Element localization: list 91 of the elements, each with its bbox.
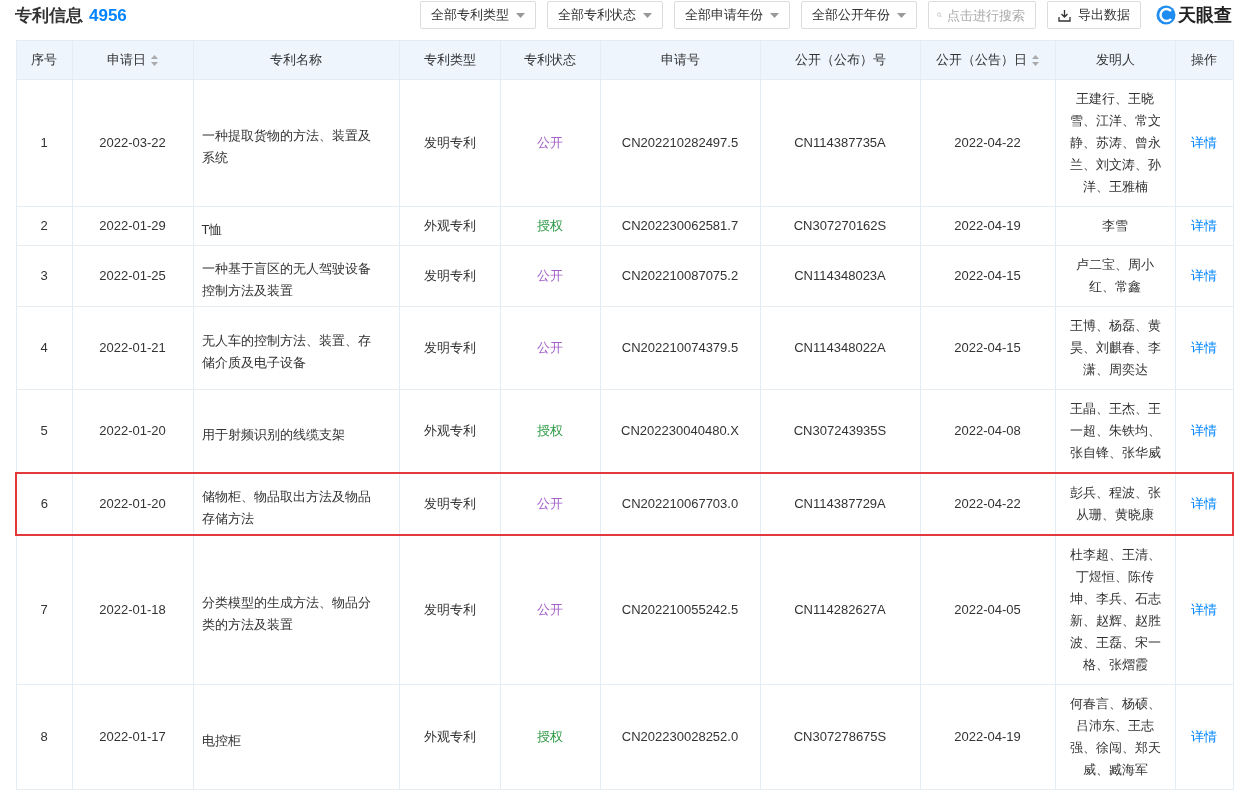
details-link[interactable]: 详情 [1190,496,1217,511]
details-link[interactable]: 详情 [1191,602,1217,617]
table-cell: 2022-01-25 [72,245,193,307]
table-cell: 发明专利 [399,79,500,207]
column-header: 序号 [16,40,72,80]
table-cell: 发明专利 [399,535,500,685]
table-cell: 一种基于盲区的无人驾驶设备控制方法及装置 [193,245,399,307]
table-cell: 无人车的控制方法、装置、存储介质及电子设备 [193,306,399,390]
details-link[interactable]: 详情 [1191,218,1217,233]
column-header: 操作 [1175,40,1233,80]
table-cell: CN202230062581.7 [600,206,760,246]
column-header: 专利名称 [193,40,399,80]
table-cell: 2022-04-15 [920,245,1055,307]
caret-icon [643,12,652,18]
table-cell: CN202230028252.0 [600,684,760,790]
table-cell: 2022-01-17 [72,684,193,790]
table-cell: 2022-04-05 [920,535,1055,685]
table-cell: 2022-04-15 [920,306,1055,390]
table-cell: 外观专利 [399,206,500,246]
table-cell: 发明专利 [399,245,500,307]
column-header: 专利类型 [399,40,500,80]
filter-dropdown[interactable]: 全部专利类型 [420,1,536,29]
column-header: 专利状态 [500,40,600,80]
table-cell: T恤 [193,206,399,246]
sort-icon[interactable] [1032,54,1039,66]
table-cell: 李雪 [1055,206,1175,246]
table-cell: 卢二宝、周小红、常鑫 [1055,245,1175,307]
details-link[interactable]: 详情 [1191,729,1217,744]
column-header: 申请号 [600,40,760,80]
table-cell: CN114348023A [760,245,920,307]
table-cell: 2022-01-29 [72,206,193,246]
column-header[interactable]: 申请日 [72,40,193,80]
column-header: 发明人 [1055,40,1175,80]
table-cell: 2022-01-18 [72,535,193,685]
table-cell: CN114387735A [760,79,920,207]
filter-dropdown[interactable]: 全部公开年份 [801,1,917,29]
table-cell: CN202210055242.5 [600,535,760,685]
caret-icon [897,12,906,18]
table-cell: 3 [16,245,72,307]
status-label: 公开 [537,602,563,617]
column-header: 公开（公布）号 [760,40,920,80]
table-cell: 王博、杨磊、黄昊、刘麒春、李潇、周奕达 [1055,306,1175,390]
table-cell: 杜李超、王清、丁煜恒、陈传坤、李兵、石志新、赵辉、赵胜波、王磊、宋一格、张熠霞 [1055,535,1175,685]
table-cell: 一种提取货物的方法、装置及系统 [193,79,399,207]
page-title: 专利信息 [15,5,83,25]
filter-dropdown[interactable]: 全部专利状态 [547,1,663,29]
status-label: 公开 [537,135,563,150]
table-cell: 2 [16,206,72,246]
sort-icon[interactable] [151,54,158,66]
table-cell: 2022-03-22 [72,79,193,207]
status-label: 授权 [537,218,563,233]
table-cell: CN114282627A [760,535,920,685]
export-button[interactable]: 导出数据 [1047,1,1141,29]
details-link[interactable]: 详情 [1191,340,1217,355]
table-cell: 2022-04-19 [920,684,1055,790]
table-cell: CN202210282497.5 [600,79,760,207]
status-label: 公开 [537,268,563,283]
caret-icon [770,12,779,18]
status-label: 授权 [537,423,563,438]
logo-text: 天眼查 [1178,4,1232,27]
table-cell: 8 [16,684,72,790]
table-cell: 分类模型的生成方法、物品分类的方法及装置 [193,535,399,685]
search-field[interactable]: 点击进行搜索 [928,1,1036,29]
details-link[interactable]: 详情 [1191,268,1217,283]
table-cell: CN202210074379.5 [600,306,760,390]
table-cell: 7 [16,535,72,685]
table-cell: 外观专利 [399,684,500,790]
status-label: 授权 [537,729,563,744]
table-cell: 2022-04-22 [920,79,1055,207]
details-link[interactable]: 详情 [1191,423,1217,438]
table-cell: 2022-01-21 [72,306,193,390]
status-label: 公开 [537,340,563,355]
download-icon [1058,8,1071,22]
table-cell: 何春言、杨硕、吕沛东、王志强、徐闯、郑天威、臧海军 [1055,684,1175,790]
table-cell: CN202210087075.2 [600,245,760,307]
table-cell: CN307278675S [760,684,920,790]
table-cell: CN114348022A [760,306,920,390]
table-cell: 4 [16,306,72,390]
caret-icon [516,12,525,18]
table-cell: 王建行、王晓雪、江洋、常文静、苏涛、曾永兰、刘文涛、孙洋、王雅楠 [1055,79,1175,207]
table-cell: 2022-04-19 [920,206,1055,246]
filter-dropdown[interactable]: 全部申请年份 [674,1,790,29]
table-cell: 1 [16,79,72,207]
table-cell: 电控柜 [193,684,399,790]
table-cell: CN307270162S [760,206,920,246]
logo-icon [1156,5,1176,25]
column-header[interactable]: 公开（公告）日 [920,40,1055,80]
details-link[interactable]: 详情 [1191,135,1217,150]
status-label: 公开 [537,496,563,511]
table-cell: 发明专利 [399,306,500,390]
result-count: 4956 [89,5,127,25]
